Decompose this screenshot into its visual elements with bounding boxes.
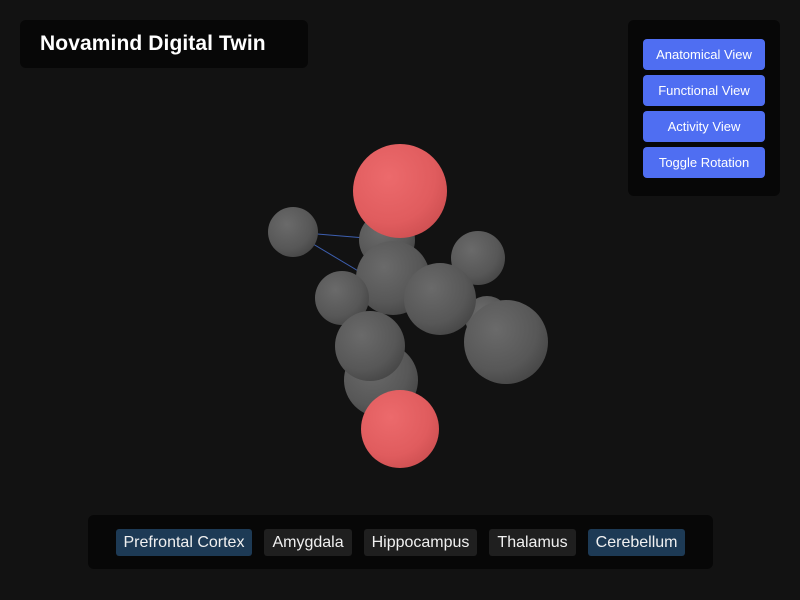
title-panel: Novamind Digital Twin: [20, 20, 308, 68]
functional-view-button[interactable]: Functional View: [643, 75, 765, 106]
region-chip-cerebellum[interactable]: Cerebellum: [587, 528, 686, 556]
app-stage: Novamind Digital Twin Anatomical View Fu…: [0, 0, 800, 600]
region-chip-thalamus[interactable]: Thalamus: [489, 528, 576, 556]
brain-region-node-active[interactable]: [353, 144, 447, 238]
brain-region-node[interactable]: [464, 300, 548, 384]
region-chip-prefrontal-cortex[interactable]: Prefrontal Cortex: [115, 528, 253, 556]
brain-region-node-active[interactable]: [361, 390, 439, 468]
app-title: Novamind Digital Twin: [40, 32, 266, 55]
region-chip-hippocampus[interactable]: Hippocampus: [363, 528, 478, 556]
view-controls-panel: Anatomical View Functional View Activity…: [628, 20, 780, 196]
region-chip-amygdala[interactable]: Amygdala: [264, 528, 352, 556]
brain-region-node[interactable]: [268, 207, 318, 257]
anatomical-view-button[interactable]: Anatomical View: [643, 39, 765, 70]
brain-region-node[interactable]: [404, 263, 476, 335]
activity-view-button[interactable]: Activity View: [643, 111, 765, 142]
brain-region-node[interactable]: [335, 311, 405, 381]
toggle-rotation-button[interactable]: Toggle Rotation: [643, 147, 765, 178]
brain-region-bar: Prefrontal Cortex Amygdala Hippocampus T…: [88, 515, 713, 569]
